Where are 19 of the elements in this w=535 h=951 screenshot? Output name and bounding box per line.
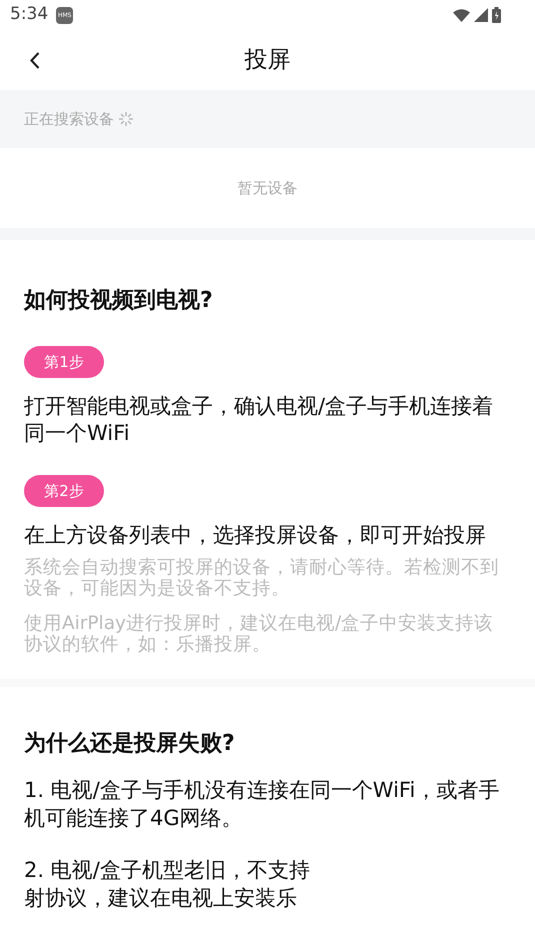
wifi-icon	[453, 8, 470, 22]
status-time: 5:34	[10, 3, 48, 26]
page-title: 投屏	[244, 46, 290, 75]
step-badge: 第2步	[24, 475, 104, 508]
faq-text: 2. 电视/盒子机型老旧，不支持	[24, 856, 311, 884]
search-status-text: 正在搜索设备	[24, 108, 114, 130]
back-icon	[30, 52, 40, 68]
faq-text: 射协议，建议在电视上安装乐	[24, 884, 298, 912]
hint-text: 系统会自动搜索可投屏的设备，请耐心等待。若检测不到设备，可能因为是设备不支持。	[24, 557, 500, 600]
empty-state-text: 暂无设备	[238, 178, 298, 199]
step-text: 打开智能电视或盒子，确认电视/盒子与手机连接着同一个WiFi	[24, 393, 494, 448]
step-text: 在上方设备列表中，选择投屏设备，即可开始投屏	[24, 522, 487, 550]
step-badge: 第1步	[24, 346, 104, 378]
hint-text: 使用AirPlay进行投屏时，建议在电视/盒子中安装支持该协议的软件，如：乐播投屏。	[24, 613, 494, 656]
signal-icon	[474, 8, 488, 22]
section-heading: 为什么还是投屏失败?	[24, 731, 236, 758]
section-heading: 如何投视频到电视?	[24, 288, 214, 314]
faq-text: 1. 电视/盒子与手机没有连接在同一个WiFi，或者手机可能连接了4G网络。	[24, 776, 500, 832]
battery-icon	[492, 7, 501, 23]
